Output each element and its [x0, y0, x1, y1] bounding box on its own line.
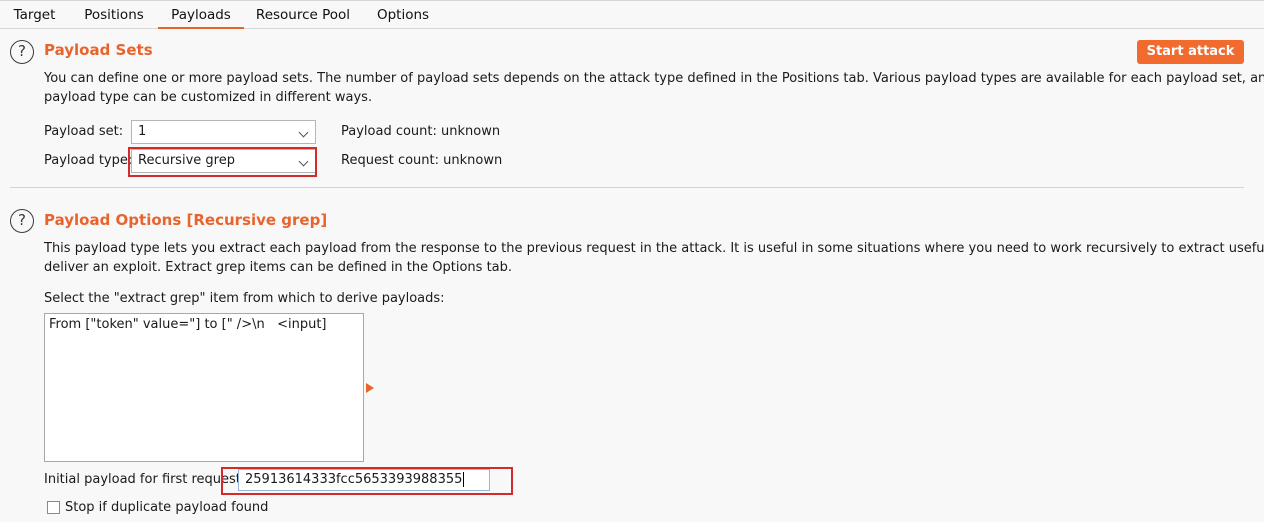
- payload-set-label: Payload set:: [44, 124, 124, 139]
- payload-options-title: Payload Options [Recursive grep]: [44, 211, 328, 229]
- stop-duplicate-checkbox[interactable]: [47, 501, 60, 514]
- description-line: You can define one or more payload sets.…: [44, 71, 1264, 86]
- chevron-down-icon: [298, 127, 309, 138]
- description-line: This payload type lets you extract each …: [44, 241, 1264, 256]
- payload-sets-description: You can define one or more payload sets.…: [44, 69, 1264, 107]
- payload-set-select[interactable]: 1: [131, 120, 316, 144]
- section-divider: [10, 187, 1244, 188]
- payload-count-value: unknown: [441, 124, 501, 139]
- tab-target[interactable]: Target: [8, 1, 61, 29]
- payload-type-label: Payload type:: [44, 153, 133, 168]
- expand-arrow-icon[interactable]: [366, 383, 374, 393]
- tab-options[interactable]: Options: [372, 1, 434, 29]
- request-count-value: unknown: [443, 153, 503, 168]
- question-circle-icon[interactable]: ?: [10, 40, 34, 64]
- initial-payload-highlight: [221, 467, 513, 495]
- request-count-label: Request count: unknown: [341, 153, 502, 168]
- payload-type-highlight: [128, 147, 317, 177]
- initial-payload-label: Initial payload for first request:: [44, 472, 246, 487]
- payload-count-label: Payload count: unknown: [341, 124, 500, 139]
- payload-sets-title: Payload Sets: [44, 41, 153, 59]
- tab-payloads[interactable]: Payloads: [158, 1, 244, 29]
- tab-positions[interactable]: Positions: [80, 1, 148, 29]
- extract-grep-label: Select the "extract grep" item from whic…: [44, 291, 445, 306]
- description-line: payload type can be customized in differ…: [44, 90, 373, 105]
- start-attack-button[interactable]: Start attack: [1137, 40, 1244, 64]
- stop-duplicate-label[interactable]: Stop if duplicate payload found: [65, 500, 268, 515]
- payload-set-value: 1: [138, 124, 147, 139]
- payload-count-label-text: Payload count:: [341, 124, 437, 139]
- tab-resource-pool[interactable]: Resource Pool: [254, 1, 352, 29]
- payload-options-description: This payload type lets you extract each …: [44, 239, 1264, 277]
- question-circle-icon[interactable]: ?: [10, 209, 34, 233]
- tab-bar: Target Positions Payloads Resource Pool …: [0, 0, 1264, 29]
- list-item[interactable]: From ["token" value="] to [" />\n <input…: [45, 314, 363, 335]
- description-line: deliver an exploit. Extract grep items c…: [44, 260, 513, 275]
- request-count-label-text: Request count:: [341, 153, 439, 168]
- extract-grep-list[interactable]: From ["token" value="] to [" />\n <input…: [44, 313, 364, 462]
